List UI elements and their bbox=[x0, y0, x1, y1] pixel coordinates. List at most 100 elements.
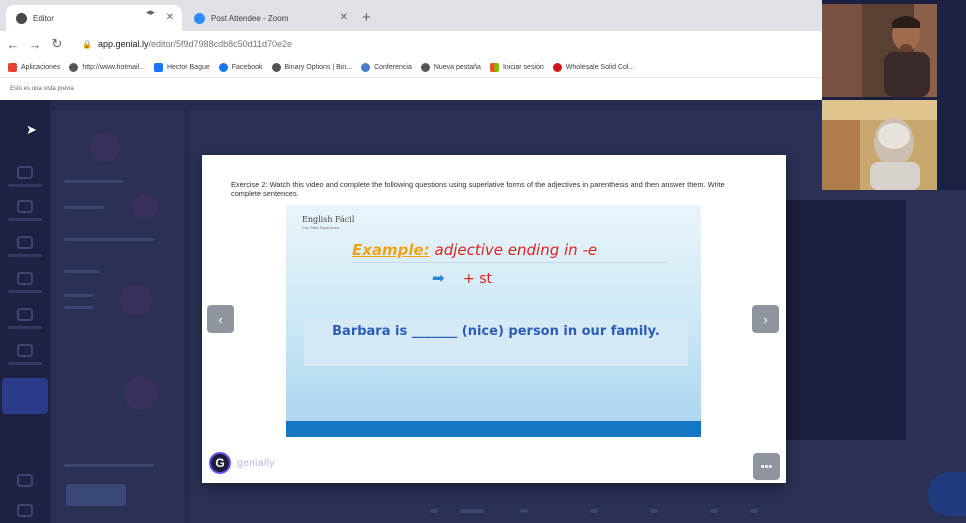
genially-logo: G genially bbox=[209, 452, 275, 474]
sidebar-icon[interactable] bbox=[17, 200, 33, 213]
conference-icon bbox=[361, 62, 371, 72]
sentence-box: Barbara is _______ (nice) person in our … bbox=[304, 318, 688, 366]
bookmark-binary-options[interactable]: Binary Options | Bin... bbox=[271, 62, 352, 72]
video-slide[interactable]: English Fácil Con Miss Esperanza Example… bbox=[286, 205, 701, 437]
participant-image bbox=[822, 100, 937, 190]
next-slide-button[interactable]: › bbox=[752, 305, 779, 333]
bookmarks-bar: Aplicaciones http://www.hotmail... Hecto… bbox=[0, 57, 822, 77]
panel-thumbnail bbox=[132, 194, 158, 220]
forward-icon[interactable]: → bbox=[26, 37, 44, 52]
zoom-favicon-icon bbox=[194, 12, 205, 24]
apps-grid-icon bbox=[8, 62, 17, 72]
sidebar-label bbox=[8, 218, 42, 221]
bookmark-facebook[interactable]: Facebook bbox=[218, 62, 263, 72]
bookmark-hector-bague[interactable]: Hector Bague bbox=[153, 62, 210, 72]
new-tab-button[interactable]: + bbox=[362, 9, 371, 26]
toolbar-dot[interactable] bbox=[430, 509, 438, 513]
participant-video-1 bbox=[822, 4, 937, 97]
close-tab-icon[interactable]: ✕ bbox=[340, 12, 348, 23]
panel-image bbox=[66, 484, 126, 506]
preview-notice-bar: Esto es una vista previa bbox=[0, 77, 822, 100]
bookmark-label: Facebook bbox=[231, 63, 263, 71]
sidebar-label bbox=[8, 254, 42, 257]
lock-icon: 🔒 bbox=[82, 39, 92, 49]
panel-thumbnail bbox=[124, 376, 158, 410]
bookmark-wholesale[interactable]: Wholesale Solid Col... bbox=[552, 62, 635, 72]
panel-line bbox=[64, 294, 94, 297]
sidebar-label bbox=[8, 326, 42, 329]
sidebar-label bbox=[8, 362, 42, 365]
panel-line bbox=[64, 306, 94, 309]
bookmark-label: Aplicaciones bbox=[21, 63, 61, 71]
slide-brand-sub: Con Miss Esperanza bbox=[302, 225, 339, 230]
facebook-icon bbox=[218, 62, 228, 72]
close-tab-icon[interactable]: ✕ bbox=[166, 12, 174, 23]
sidebar-icon[interactable] bbox=[17, 344, 33, 357]
bookmark-apps[interactable]: Aplicaciones bbox=[8, 62, 61, 72]
sidebar-label bbox=[8, 290, 42, 293]
sidebar-icon[interactable] bbox=[17, 474, 33, 487]
browser-toolbar: ← → ↻ 🔒 app.genial.ly /editor/5f9d7988cd… bbox=[0, 31, 822, 57]
exercise-instructions: Exercise 2: Watch this video and complet… bbox=[231, 180, 725, 198]
sidebar-item-active[interactable] bbox=[2, 378, 48, 414]
editor-side-card bbox=[786, 200, 906, 440]
panel-thumbnail bbox=[120, 284, 152, 316]
example-heading: Example: adjective ending in -e bbox=[352, 241, 597, 259]
sidebar-icon[interactable] bbox=[17, 308, 33, 321]
bookmark-label: Hector Bague bbox=[166, 63, 210, 71]
sidebar-icon[interactable] bbox=[17, 504, 33, 517]
rule-row: ➡ + st bbox=[432, 269, 492, 287]
bookmark-label: Nueva pestaña bbox=[433, 63, 481, 71]
slide-brand: English Fácil bbox=[302, 215, 355, 224]
sidebar-label bbox=[8, 184, 42, 187]
audio-icon[interactable]: ◂▸ bbox=[146, 7, 155, 18]
slide-divider bbox=[352, 262, 668, 263]
globe-icon bbox=[69, 62, 79, 72]
example-sentence: Barbara is _______ (nice) person in our … bbox=[332, 324, 660, 339]
panel-line bbox=[64, 206, 104, 209]
bookmark-conferencia[interactable]: Conferencia bbox=[361, 62, 412, 72]
sidebar-icon[interactable] bbox=[17, 272, 33, 285]
participant-image bbox=[822, 4, 937, 97]
bookmark-label: Iniciar sesión bbox=[502, 63, 544, 71]
bookmark-label: Wholesale Solid Col... bbox=[565, 63, 635, 71]
tab-zoom[interactable]: Post Attendee - Zoom ✕ bbox=[184, 5, 356, 31]
bookmark-nueva-pestana[interactable]: Nueva pestaña bbox=[420, 62, 481, 72]
toolbar-dot[interactable] bbox=[520, 509, 528, 513]
sidebar-icon[interactable] bbox=[17, 236, 33, 249]
right-arrow-icon: ➡ bbox=[432, 269, 445, 287]
chat-bubble-icon[interactable] bbox=[928, 472, 966, 516]
toolbar-dot[interactable] bbox=[650, 509, 658, 513]
editor-sidebar: ➤ bbox=[0, 100, 50, 523]
toolbar-dot[interactable] bbox=[710, 509, 718, 513]
sidebar-icon[interactable] bbox=[17, 166, 33, 179]
panel-line bbox=[64, 180, 124, 183]
tab-title: Post Attendee - Zoom bbox=[211, 13, 289, 23]
previous-slide-button[interactable]: ‹ bbox=[207, 305, 234, 333]
editor-bottom-toolbar bbox=[420, 500, 780, 520]
back-icon[interactable]: ← bbox=[4, 37, 22, 52]
video-gap bbox=[937, 0, 966, 190]
url-host: app.genial.ly bbox=[97, 39, 149, 49]
reload-icon[interactable]: ↻ bbox=[48, 36, 66, 52]
tab-title: Editor bbox=[33, 13, 54, 23]
example-rule: adjective ending in -e bbox=[434, 241, 598, 259]
toolbar-dot[interactable] bbox=[750, 509, 758, 513]
rule-suffix: + st bbox=[463, 271, 492, 287]
bookmark-label: http://www.hotmail... bbox=[82, 63, 145, 71]
bookmark-iniciar-sesion[interactable]: Iniciar sesión bbox=[489, 62, 544, 72]
panel-line bbox=[64, 238, 154, 241]
more-options-button[interactable]: ••• bbox=[753, 453, 780, 480]
strawberry-icon bbox=[552, 62, 562, 72]
microsoft-icon bbox=[489, 62, 499, 72]
bookmark-hotmail[interactable]: http://www.hotmail... bbox=[69, 62, 145, 72]
slide-footer-bar bbox=[286, 421, 701, 437]
preview-notice: Esto es una vista previa bbox=[10, 86, 74, 92]
tab-editor[interactable]: Editor ✕ bbox=[6, 5, 182, 31]
toolbar-dot[interactable] bbox=[460, 509, 484, 513]
address-bar[interactable]: 🔒 app.genial.ly /editor/5f9d7988cdb8c50d… bbox=[82, 35, 812, 53]
panel-thumbnail bbox=[90, 132, 120, 162]
editor-panel bbox=[52, 110, 184, 523]
toolbar-dot[interactable] bbox=[590, 509, 598, 513]
preview-modal: Exercise 2: Watch this video and complet… bbox=[202, 155, 786, 483]
